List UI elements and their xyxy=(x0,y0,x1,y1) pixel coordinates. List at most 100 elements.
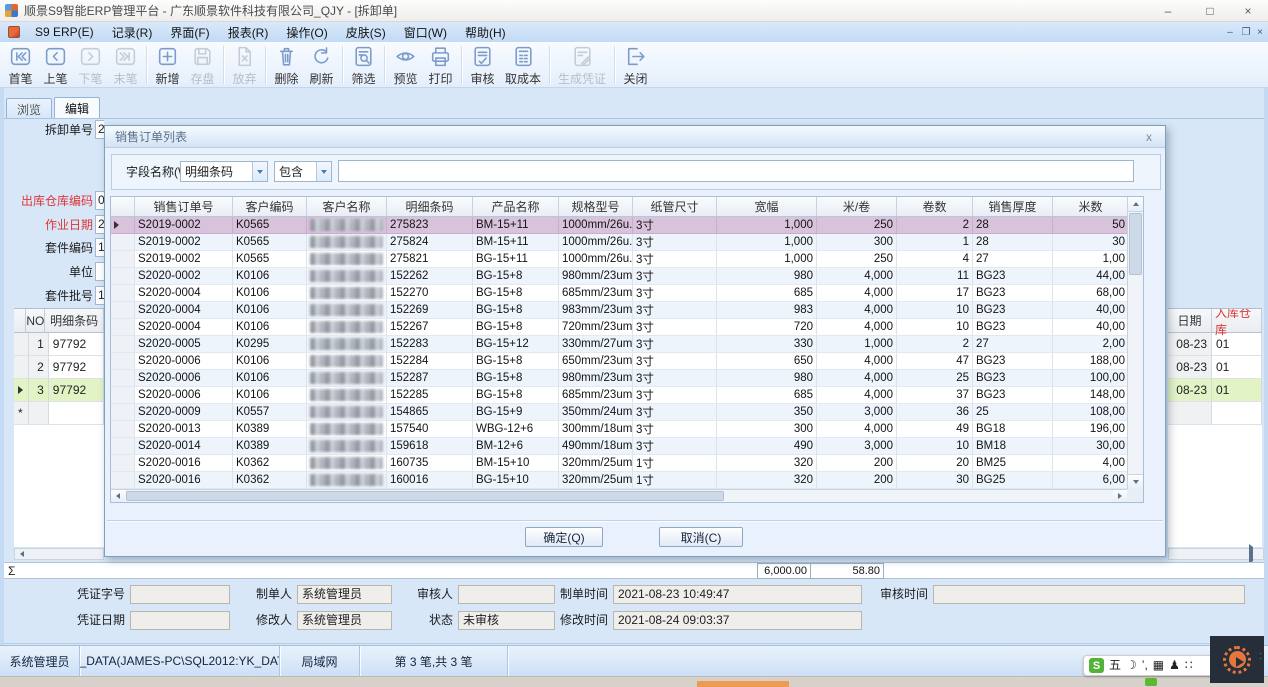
wubi-icon[interactable]: 五 xyxy=(1109,658,1121,673)
row-selector[interactable] xyxy=(111,336,135,353)
chevron-down-icon[interactable] xyxy=(252,162,267,181)
ok-button[interactable]: 确定(Q) xyxy=(525,527,603,547)
column-header-1[interactable]: 客户编码 xyxy=(233,197,307,217)
menu-item-s9erp[interactable]: S9 ERP(E) xyxy=(26,22,103,42)
filter-input[interactable] xyxy=(338,160,1134,182)
column-header-6[interactable]: 纸管尺寸 xyxy=(633,197,717,217)
punct-icon[interactable]: ’, xyxy=(1142,658,1148,673)
sales-order-row[interactable]: S2020-0004K0106152267BG-15+8720mm/23um..… xyxy=(111,319,1143,336)
cancel-button[interactable]: 取消(C) xyxy=(659,527,743,547)
detail-grid-left[interactable]: NO明细条码197792297792397792* xyxy=(14,308,104,547)
row-selector[interactable] xyxy=(111,455,135,472)
menu-item-3[interactable]: 操作(O) xyxy=(277,22,336,42)
detail-row-0[interactable]: 197792 xyxy=(14,333,104,356)
sales-order-row[interactable]: S2019-0002K0565275823BM-15+111000mm/26u.… xyxy=(111,217,1143,234)
moon-icon[interactable]: ☽ xyxy=(1126,658,1137,673)
row-selector[interactable] xyxy=(111,268,135,285)
maximize-button[interactable]: □ xyxy=(1194,0,1226,22)
detail-row-1[interactable]: 297792 xyxy=(14,356,104,379)
vscroll-thumb[interactable] xyxy=(1129,213,1142,275)
row-selector[interactable] xyxy=(14,379,29,402)
audit-button[interactable]: 审核 xyxy=(465,43,500,87)
next-button[interactable]: 下笔 xyxy=(73,43,108,87)
menu-item-4[interactable]: 皮肤(S) xyxy=(337,22,395,42)
discard-button[interactable]: 放弃 xyxy=(227,43,262,87)
row-selector[interactable] xyxy=(111,234,135,251)
add-button[interactable]: 新增 xyxy=(150,43,185,87)
sales-order-row[interactable]: S2020-0013K0389157540WBG-12+6300mm/18um.… xyxy=(111,421,1143,438)
detail-grid-right[interactable]: 日期入库仓库08-230108-230108-2301 xyxy=(1168,308,1262,547)
column-header-3[interactable]: 明细条码 xyxy=(387,197,473,217)
column-header-4[interactable]: 产品名称 xyxy=(473,197,559,217)
corner-app-logo[interactable]: ·· xyxy=(1210,636,1264,683)
sales-order-row[interactable]: S2020-0016K0362160735BM-15+10320mm/25um.… xyxy=(111,455,1143,472)
row-selector[interactable] xyxy=(111,404,135,421)
cost-button[interactable]: 取成本 xyxy=(500,43,546,87)
hscroll-thumb[interactable] xyxy=(126,491,724,501)
filter-button[interactable]: 筛选 xyxy=(346,43,381,87)
column-header-9[interactable]: 卷数 xyxy=(897,197,973,217)
field-select[interactable]: 明细条码 xyxy=(180,161,268,182)
column-header-2[interactable]: 客户名称 xyxy=(307,197,387,217)
main-hscrollbar-left[interactable] xyxy=(14,548,104,560)
column-header-10[interactable]: 销售厚度 xyxy=(973,197,1053,217)
detail-row-right-2[interactable]: 08-2301 xyxy=(1168,379,1262,402)
row-selector[interactable] xyxy=(111,319,135,336)
main-hscrollbar-right[interactable] xyxy=(1168,548,1264,560)
row-selector[interactable] xyxy=(14,333,29,356)
last-button[interactable]: 末笔 xyxy=(108,43,143,87)
detail-row-right-3[interactable] xyxy=(1168,402,1262,425)
form-input-3[interactable]: 1 xyxy=(95,238,104,257)
menu-grid-icon[interactable]: ∷ xyxy=(1185,658,1193,673)
form-input-1[interactable]: 0 xyxy=(95,191,104,210)
prev-button[interactable]: 上笔 xyxy=(38,43,73,87)
row-selector[interactable] xyxy=(111,302,135,319)
scroll-right-icon[interactable] xyxy=(1113,490,1127,502)
row-selector[interactable]: * xyxy=(14,402,29,425)
minimize-button[interactable]: – xyxy=(1152,0,1184,22)
row-selector[interactable] xyxy=(111,217,135,234)
sales-order-row[interactable]: S2019-0002K0565275824BM-15+111000mm/26u.… xyxy=(111,234,1143,251)
column-header-0[interactable]: 销售订单号 xyxy=(135,197,233,217)
sales-order-row[interactable]: S2020-0006K0106152285BG-15+8685mm/23um..… xyxy=(111,387,1143,404)
row-selector[interactable] xyxy=(111,438,135,455)
first-button[interactable]: 首笔 xyxy=(3,43,38,87)
row-selector[interactable] xyxy=(14,356,29,379)
row-selector[interactable] xyxy=(111,353,135,370)
person-icon[interactable]: ♟ xyxy=(1169,658,1180,673)
scroll-left-icon[interactable] xyxy=(15,551,29,557)
refresh-button[interactable]: 刷新 xyxy=(304,43,339,87)
row-selector[interactable] xyxy=(111,251,135,268)
taskbar-tray-icon[interactable] xyxy=(1145,678,1157,686)
row-selector[interactable] xyxy=(111,370,135,387)
table-hscrollbar[interactable] xyxy=(111,489,1127,502)
form-input-0[interactable]: 2 xyxy=(95,120,104,139)
sales-order-row[interactable]: S2019-0002K0565275821BG-15+111000mm/26u.… xyxy=(111,251,1143,268)
keyboard-icon[interactable]: ▦ xyxy=(1153,658,1164,673)
column-header-5[interactable]: 规格型号 xyxy=(559,197,633,217)
sales-order-row[interactable]: S2020-0006K0106152287BG-15+8980mm/23um..… xyxy=(111,370,1143,387)
dialog-close-icon[interactable]: x xyxy=(1141,129,1157,145)
scroll-left-icon[interactable] xyxy=(111,490,125,502)
column-header-8[interactable]: 米/卷 xyxy=(817,197,897,217)
menu-item-5[interactable]: 窗口(W) xyxy=(395,22,456,42)
column-header-11[interactable]: 米数 xyxy=(1053,197,1129,217)
taskbar-active-app[interactable] xyxy=(697,681,789,687)
mdi-minimize-button[interactable]: – xyxy=(1222,22,1238,42)
detail-row-right-1[interactable]: 08-2301 xyxy=(1168,356,1262,379)
mdi-close-button[interactable]: × xyxy=(1252,22,1268,42)
chevron-down-icon[interactable] xyxy=(316,162,331,181)
row-selector[interactable] xyxy=(111,472,135,489)
form-input-5[interactable]: 1 xyxy=(95,286,104,305)
sales-order-row[interactable]: S2020-0004K0106152269BG-15+8983mm/23um..… xyxy=(111,302,1143,319)
close-button[interactable]: × xyxy=(1232,0,1264,22)
tab-browse[interactable]: 浏览 xyxy=(6,98,52,119)
menu-item-2[interactable]: 报表(R) xyxy=(219,22,278,42)
operator-select[interactable]: 包含 xyxy=(274,161,332,182)
row-selector[interactable] xyxy=(111,285,135,302)
preview-button[interactable]: 预览 xyxy=(388,43,423,87)
sogou-logo-icon[interactable]: S xyxy=(1089,658,1104,673)
sales-order-row[interactable]: S2020-0014K0389159618BM-12+6490mm/18um..… xyxy=(111,438,1143,455)
form-input-4[interactable] xyxy=(95,262,104,281)
detail-row-right-0[interactable]: 08-2301 xyxy=(1168,333,1262,356)
